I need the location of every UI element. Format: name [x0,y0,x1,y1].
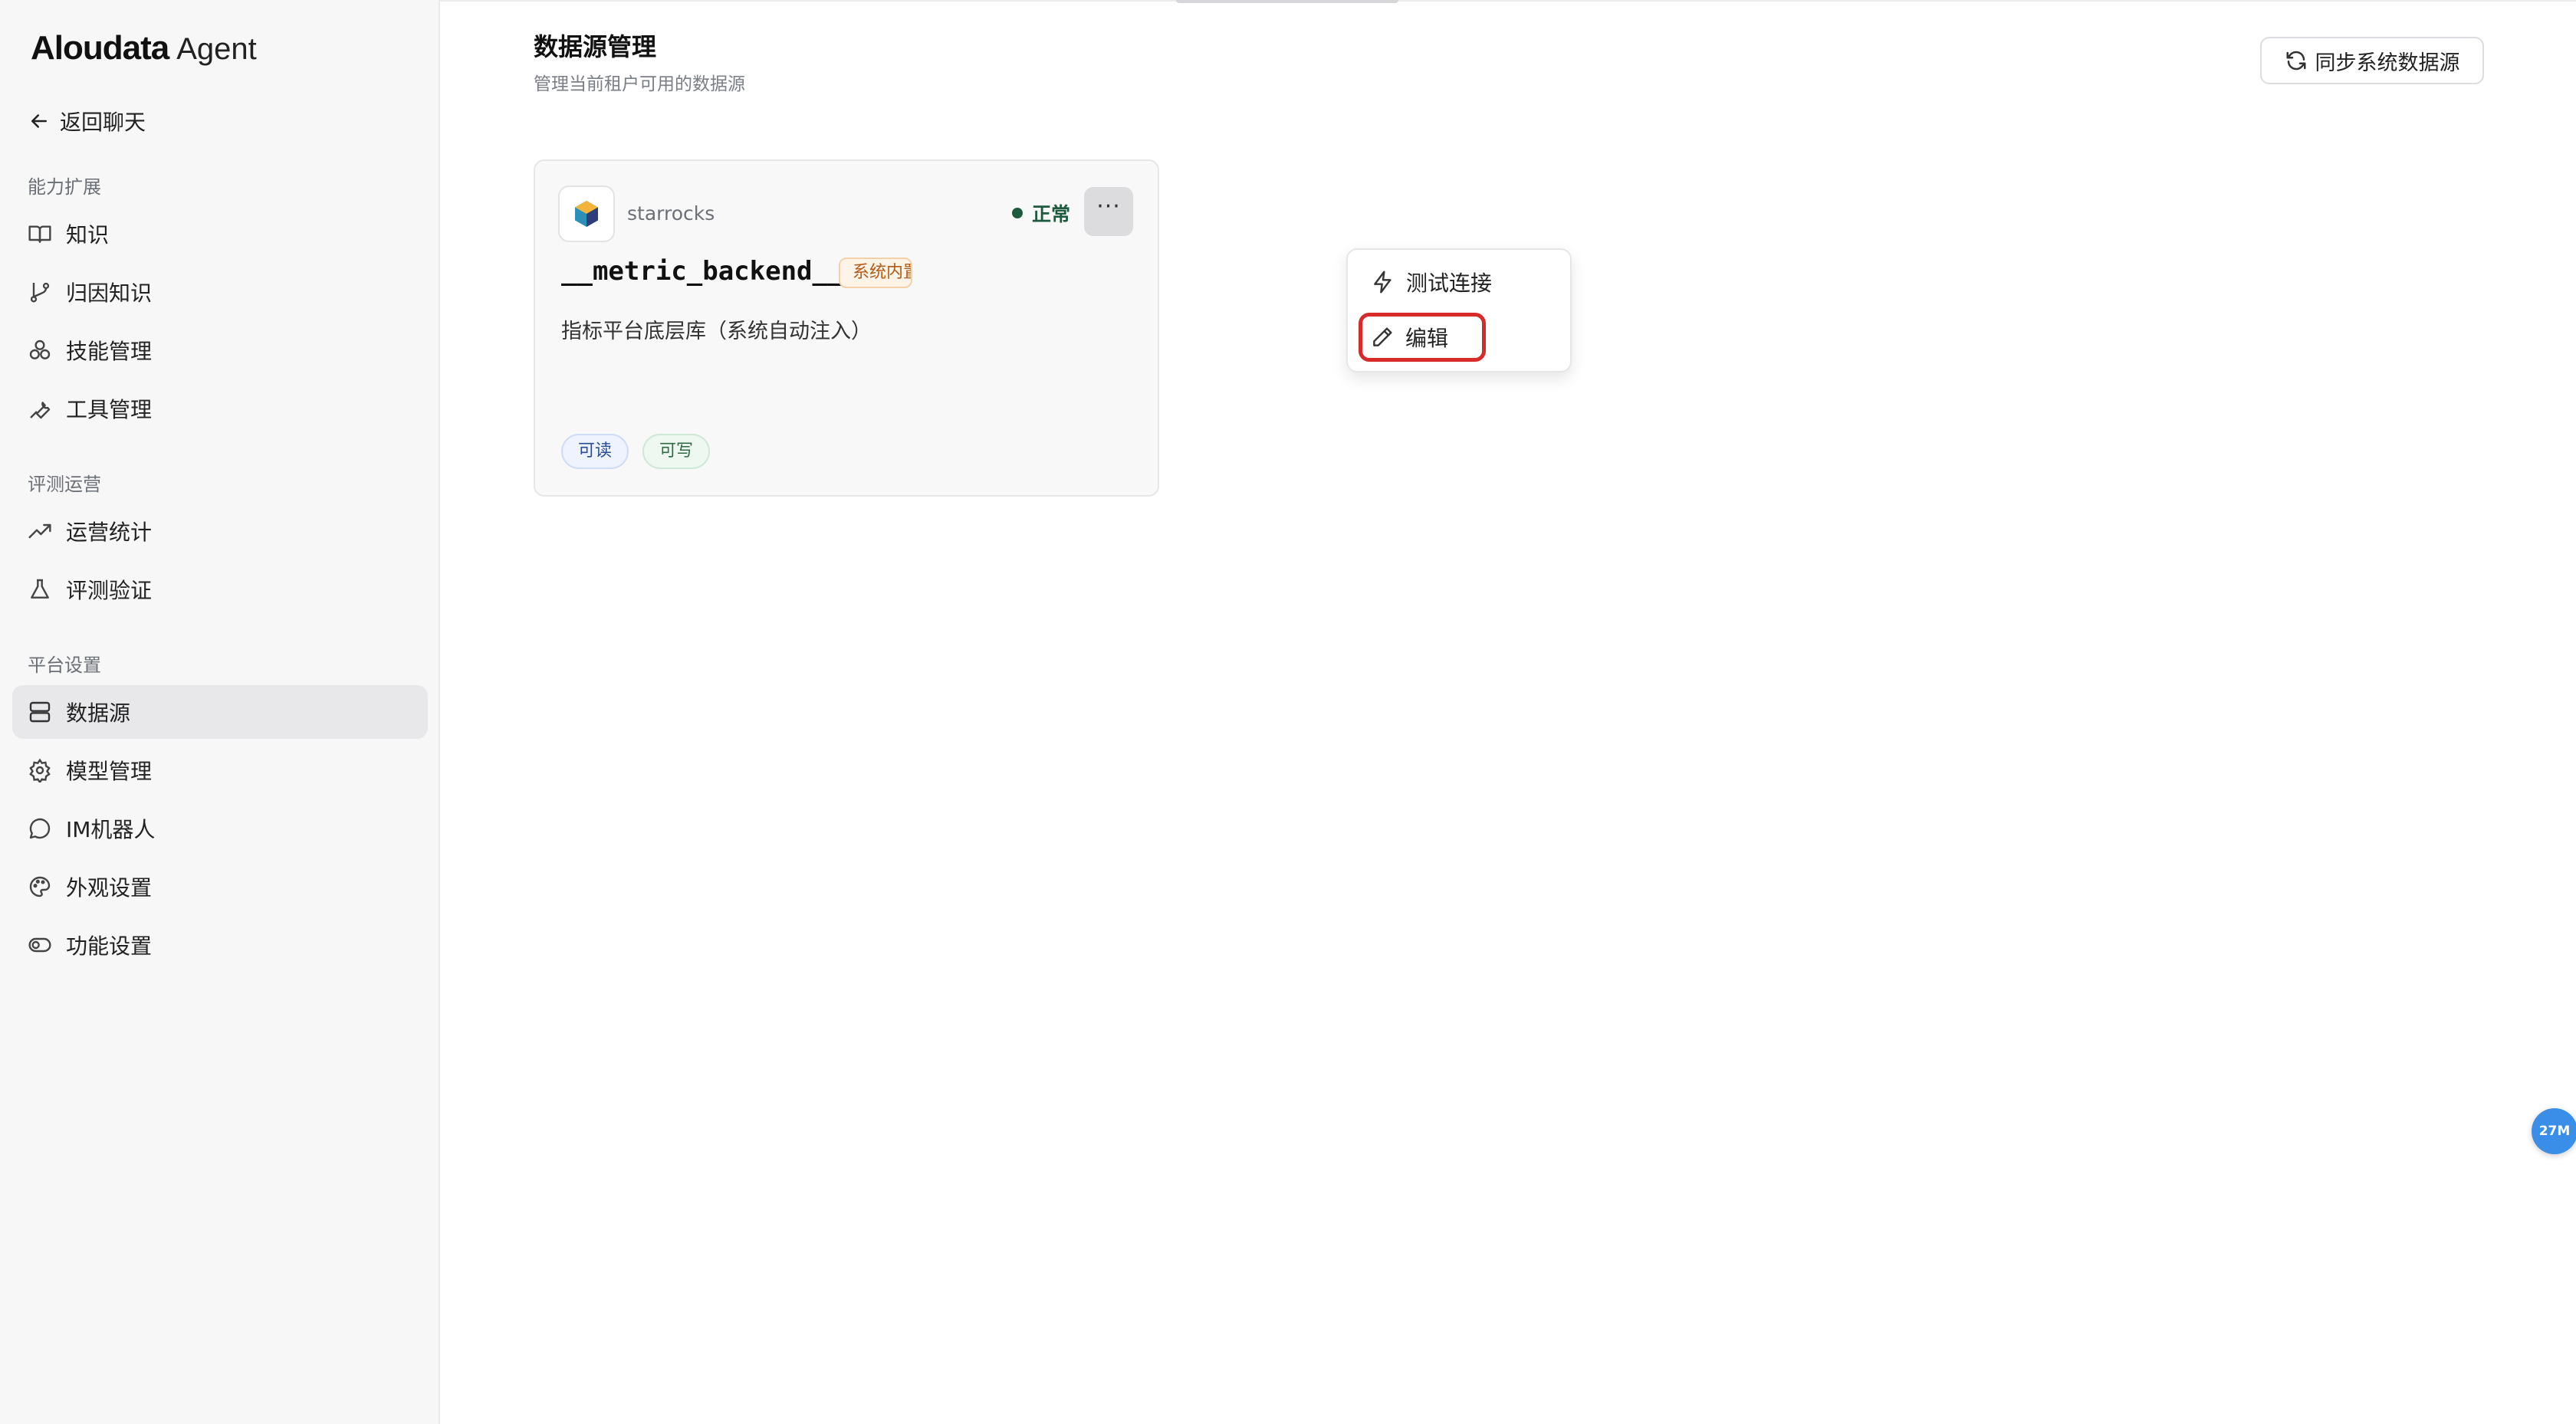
section-title-evaluation: 评测运营 [28,474,101,495]
sidebar-item-tools[interactable]: 工具管理 [12,382,428,435]
sidebar-item-label: 技能管理 [66,339,153,364]
sidebar-item-im-bot[interactable]: IM机器人 [12,802,428,855]
sidebar-item-label: IM机器人 [66,817,156,842]
section-title-platform: 平台设置 [28,655,101,676]
zap-icon [1374,271,1392,294]
section-title-capabilities: 能力扩展 [28,176,101,198]
sidebar-item-datasource[interactable]: 数据源 [12,685,428,739]
palette-icon [29,876,51,897]
server-icon [29,701,51,723]
arrow-left-icon [31,114,47,128]
refresh-icon [2286,51,2305,71]
tag-readable: 可读 [561,434,629,469]
menu-item-edit[interactable]: 编辑 [1359,313,1486,362]
app-logo[interactable]: Aloudata Agent [31,29,257,67]
sidebar-item-label: 运营统计 [66,520,153,545]
menu-item-label: 测试连接 [1406,271,1493,296]
page-subtitle: 管理当前租户可用的数据源 [534,74,745,94]
sidebar-item-label: 外观设置 [66,875,153,901]
datasource-card[interactable]: starrocks 正常 ··· __metric_backend__ 系统内置… [534,159,1159,497]
datasource-type: starrocks [627,202,715,225]
skills-icon [29,340,51,359]
sidebar-item-appearance[interactable]: 外观设置 [12,860,428,914]
sidebar-item-knowledge[interactable]: 知识 [12,207,428,261]
sidebar-item-label: 知识 [66,222,110,248]
chat-bubble-icon [29,818,51,839]
sidebar-item-label: 功能设置 [66,933,153,959]
sidebar-item-label: 评测验证 [66,578,153,603]
sidebar: Aloudata Agent 返回聊天 能力扩展 知识 归因知识 技能管理 工具… [0,0,440,1424]
top-drag-handle [1176,0,1398,3]
page-title: 数据源管理 [534,32,657,61]
more-actions-button[interactable]: ··· [1084,187,1133,236]
status-badge: 正常 [1012,199,1070,227]
sidebar-item-label: 工具管理 [66,397,153,422]
sidebar-item-attribution-knowledge[interactable]: 归因知识 [12,265,428,319]
wrench-icon [30,402,51,419]
actions-dropdown-menu: 测试连接 编辑 [1346,248,1572,372]
pencil-icon [1373,327,1392,346]
sync-button-label: 同步系统数据源 [2315,51,2460,75]
starrocks-logo-icon [558,185,615,242]
back-to-chat-link[interactable]: 返回聊天 [28,104,146,138]
menu-item-label: 编辑 [1405,326,1449,351]
flask-icon [31,579,49,599]
main-content: 数据源管理 管理当前租户可用的数据源 同步系统数据源 starrocks 正常 … [440,0,2576,1424]
sidebar-item-label: 模型管理 [66,759,153,784]
menu-item-test-connection[interactable]: 测试连接 [1359,258,1558,307]
datasource-name: __metric_backend__ [561,256,844,287]
sidebar-item-label: 数据源 [66,701,131,726]
trending-up-icon [28,523,51,539]
sidebar-item-features[interactable]: 功能设置 [12,918,428,972]
more-horizontal-icon: ··· [1096,193,1121,220]
git-branch-icon [30,282,50,303]
back-link-label: 返回聊天 [60,110,146,135]
gear-icon [29,758,51,783]
toggle-icon [28,937,51,953]
sidebar-item-label: 归因知识 [66,281,153,306]
sidebar-item-operation-stats[interactable]: 运营统计 [12,504,428,558]
logo-main-text: Aloudata [31,29,169,67]
system-builtin-badge: 系统内置 [839,258,912,288]
logo-sub-text: Agent [176,32,257,66]
book-icon [28,225,51,243]
sidebar-item-evaluation[interactable]: 评测验证 [12,563,428,616]
status-label: 正常 [1032,203,1071,225]
top-divider [440,0,2576,2]
datasource-description: 指标平台底层库（系统自动注入） [561,320,872,343]
status-dot-icon [1012,208,1023,218]
sync-system-datasource-button[interactable]: 同步系统数据源 [2260,37,2484,84]
tag-writable: 可写 [642,434,711,469]
floating-memory-badge[interactable]: 27M [2532,1108,2576,1154]
sidebar-item-models[interactable]: 模型管理 [12,743,428,797]
sidebar-item-skills[interactable]: 技能管理 [12,323,428,377]
